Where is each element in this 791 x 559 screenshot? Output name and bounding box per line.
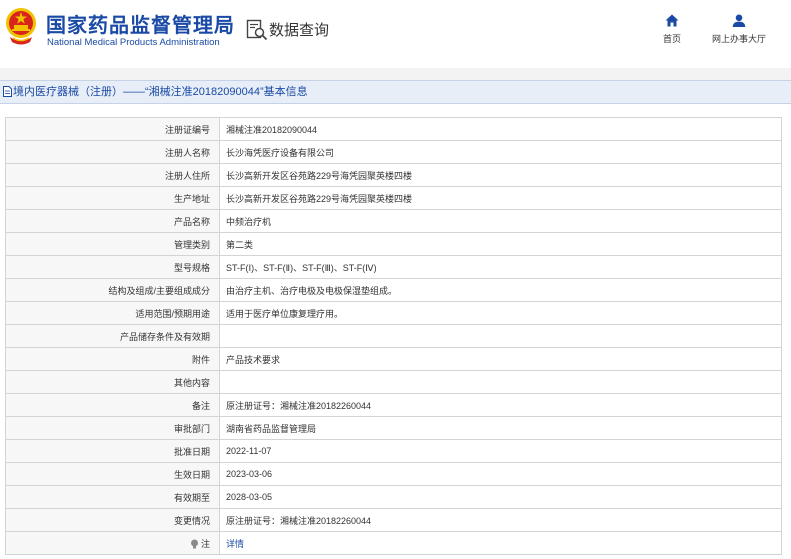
table-row: 生产地址 长沙高新开发区谷苑路229号海凭园聚英楼四楼 [5,186,782,210]
row-label: 产品名称 [5,209,220,233]
header-gap [0,68,791,80]
row-value: 原注册证号：湘械注准20182260044 [219,508,782,532]
row-value [219,324,782,348]
row-label: 型号规格 [5,255,220,279]
row-value: 2022-11-07 [219,439,782,463]
row-label: 产品储存条件及有效期 [5,324,220,348]
row-value: 第二类 [219,232,782,256]
row-label: 注册证编号 [5,117,220,141]
info-icon [190,539,198,548]
detail-table-container: 注册证编号 湘械注准20182090044 注册人名称 长沙海凭医疗设备有限公司 注册人… [0,104,791,555]
row-label: 管理类别 [5,232,220,256]
site-subtitle: National Medical Products Administration [47,37,220,48]
table-row-note: 注 详情 [5,531,782,555]
row-label: 审批部门 [5,416,220,440]
row-label: 适用范围/预期用途 [5,301,220,325]
nav-home-link[interactable]: 首页 [657,14,687,45]
row-value: 长沙高新开发区谷苑路229号海凭园聚英楼四楼 [219,186,782,210]
breadcrumb-text: 境内医疗器械（注册）——“湘械注准20182090044”基本信息 [13,86,308,98]
breadcrumb: 境内医疗器械（注册）——“湘械注准20182090044”基本信息 [0,80,791,104]
row-value: 2023-03-06 [219,462,782,486]
table-row: 其他内容 [5,370,782,394]
row-value: 适用于医疗单位康复理疗用。 [219,301,782,325]
row-value: 2028-03-05 [219,485,782,509]
row-value: 中频治疗机 [219,209,782,233]
table-row: 适用范围/预期用途 适用于医疗单位康复理疗用。 [5,301,782,325]
note-label: 注 [200,538,210,549]
row-label: 结构及组成/主要组成成分 [5,278,220,302]
row-value-note: 详情 [219,531,782,555]
row-value: 湘械注准20182090044 [219,117,782,141]
data-search-icon [246,19,268,41]
detail-table: 注册证编号 湘械注准20182090044 注册人名称 长沙海凭医疗设备有限公司 注册人… [5,117,782,555]
row-label: 变更情况 [5,508,220,532]
nav-online-hall-label: 网上办事大厅 [711,34,766,44]
details-link[interactable]: 详情 [226,539,244,549]
row-value: 长沙高新开发区谷苑路229号海凭园聚英楼四楼 [219,163,782,187]
table-row: 产品名称 中频治疗机 [5,209,782,233]
table-row: 批准日期 2022-11-07 [5,439,782,463]
site-header: 国家药品监督管理局 National Medical Products Admi… [0,0,791,68]
row-value [219,370,782,394]
table-row: 附件 产品技术要求 [5,347,782,371]
table-row: 有效期至 2028-03-05 [5,485,782,509]
site-title: 国家药品监督管理局 [46,15,235,37]
table-row: 变更情况 原注册证号：湘械注准20182260044 [5,508,782,532]
nav-online-hall-link[interactable]: 网上办事大厅 [706,14,772,45]
table-row: 型号规格 ST-F(Ⅰ)、ST-F(Ⅱ)、ST-F(Ⅲ)、ST-F(Ⅳ) [5,255,782,279]
row-value: 原注册证号：湘械注准20182260044 [219,393,782,417]
row-value: 由治疗主机、治疗电极及电极保湿垫组成。 [219,278,782,302]
table-row: 管理类别 第二类 [5,232,782,256]
row-label: 备注 [5,393,220,417]
table-row: 备注 原注册证号：湘械注准20182260044 [5,393,782,417]
home-icon [665,14,679,27]
row-value: 长沙海凭医疗设备有限公司 [219,140,782,164]
national-emblem-icon [6,8,36,45]
user-icon [732,14,746,27]
row-label: 附件 [5,347,220,371]
row-label: 其他内容 [5,370,220,394]
table-row: 注册证编号 湘械注准20182090044 [5,117,782,141]
row-value: 产品技术要求 [219,347,782,371]
row-label-note: 注 [5,531,220,555]
document-icon [3,86,12,97]
section-title: 数据查询 [269,22,330,39]
row-label: 注册人住所 [5,163,220,187]
table-row: 结构及组成/主要组成成分 由治疗主机、治疗电极及电极保湿垫组成。 [5,278,782,302]
row-label: 生效日期 [5,462,220,486]
row-label: 注册人名称 [5,140,220,164]
row-value: ST-F(Ⅰ)、ST-F(Ⅱ)、ST-F(Ⅲ)、ST-F(Ⅳ) [219,255,782,279]
table-row: 产品储存条件及有效期 [5,324,782,348]
table-row: 生效日期 2023-03-06 [5,462,782,486]
nav-home-label: 首页 [662,34,681,44]
row-label: 有效期至 [5,485,220,509]
table-row: 审批部门 湖南省药品监督管理局 [5,416,782,440]
table-row: 注册人住所 长沙高新开发区谷苑路229号海凭园聚英楼四楼 [5,163,782,187]
row-value: 湖南省药品监督管理局 [219,416,782,440]
row-label: 生产地址 [5,186,220,210]
row-label: 批准日期 [5,439,220,463]
detail-table-body: 注册证编号 湘械注准20182090044 注册人名称 长沙海凭医疗设备有限公司 注册人… [5,117,782,532]
table-row: 注册人名称 长沙海凭医疗设备有限公司 [5,140,782,164]
